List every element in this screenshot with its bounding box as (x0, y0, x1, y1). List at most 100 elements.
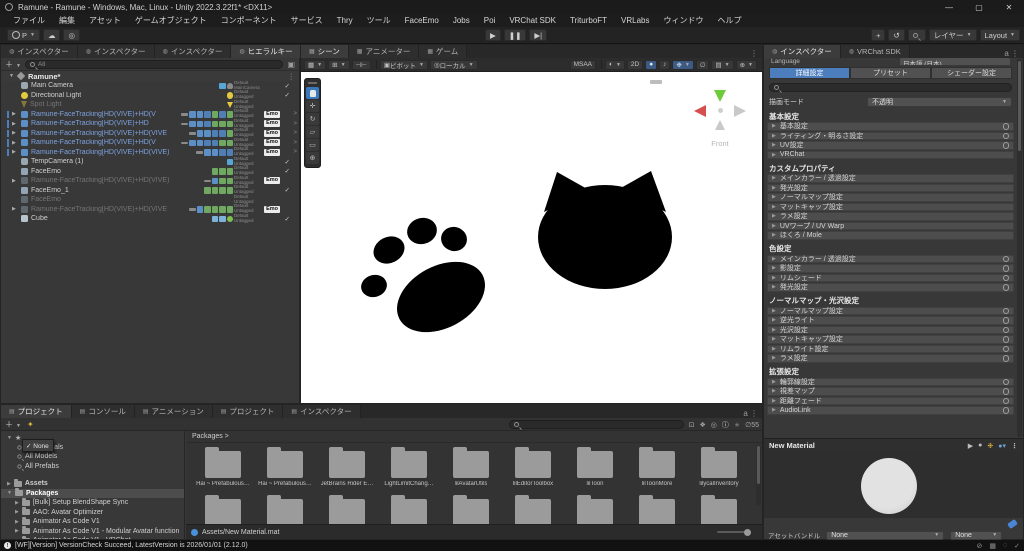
folder-asset[interactable] (502, 495, 564, 524)
foldout-arrow-icon[interactable]: ▶ (772, 194, 776, 200)
package-tree-item[interactable]: ▶ Animator As Code V1 - Modular Avatar f… (1, 526, 184, 537)
collab-muted-icon[interactable]: ⊘ (976, 542, 982, 550)
package-tree-item[interactable]: ▶ [Bulk] Setup BlendShape Sync (1, 497, 184, 508)
menu-item[interactable]: VRChat SDK (502, 16, 563, 25)
foldout-arrow-icon[interactable]: ▶ (772, 142, 776, 148)
gear-icon[interactable] (1002, 336, 1009, 343)
orientation-gizmo[interactable]: Front (650, 80, 748, 148)
audio-toggle-button[interactable]: ♪ (659, 59, 671, 70)
panel-tab[interactable]: ▦ シーン (301, 45, 349, 58)
folder-asset[interactable] (688, 495, 750, 524)
menu-item[interactable]: FaceEmo (398, 16, 446, 25)
row-chevron-icon[interactable]: > (293, 140, 297, 146)
scene-camera-menu-icon[interactable] (650, 80, 662, 84)
panel-tab[interactable]: ◍ インスペクター (77, 45, 155, 58)
info-icon[interactable]: ⓘ (722, 420, 729, 430)
expand-arrow-icon[interactable]: ▶ (12, 111, 16, 117)
foldout-arrow-icon[interactable]: ▼ (7, 490, 12, 496)
expand-arrow-icon[interactable]: ▶ (12, 140, 16, 146)
thumbnail-zoom-slider[interactable] (717, 528, 751, 536)
foldout-arrow-icon[interactable]: ▶ (772, 133, 776, 139)
foldout-arrow-icon[interactable]: ▶ (772, 232, 776, 238)
foldout-arrow-icon[interactable]: ▶ (772, 123, 776, 129)
folder-asset[interactable]: lilToonMore (626, 447, 688, 487)
tree-item-assets[interactable]: ▶ Assets (1, 478, 184, 489)
foldout-arrow-icon[interactable]: ▶ (15, 519, 19, 525)
account-button[interactable]: P ▼ (7, 29, 40, 41)
active-checkbox[interactable]: ✓ (285, 167, 290, 175)
save-search-icon[interactable]: ◎ (711, 421, 717, 429)
bundle-variant-dropdown[interactable]: None ▼ (950, 530, 1003, 540)
hierarchy-row[interactable]: ▶ Ramune-FaceTracking[HD(VIVE)+HD(VIVE D… (1, 204, 299, 215)
panel-tab[interactable]: ◍ インスペクター (764, 45, 841, 58)
row-chevron-icon[interactable]: > (293, 130, 297, 136)
package-tree-item[interactable]: ▶ AAO: Avatar Optimizer (1, 507, 184, 518)
expand-arrow-icon[interactable]: ▶ (12, 206, 16, 212)
kebab-menu-icon[interactable]: ⋮ (1011, 442, 1018, 450)
scene-picker-icon[interactable]: ▣ (287, 60, 295, 69)
inspector-section-row[interactable]: ▶ リムライト設定 (767, 344, 1014, 353)
inspector-section-row[interactable]: ▶ UVワープ / UV Warp (767, 221, 1014, 230)
inspector-section-row[interactable]: ▶ 色設定 (769, 244, 1012, 254)
gear-icon[interactable] (1002, 388, 1009, 395)
selected-asset-bar[interactable]: Assets/New Material.mat (186, 524, 762, 539)
y-axis-cone[interactable] (714, 90, 726, 102)
cache-muted-icon[interactable]: ▦ (989, 542, 996, 550)
grid-scrollbar[interactable] (756, 445, 761, 505)
hierarchy-search-input[interactable]: All (24, 59, 284, 69)
inspector-section-row[interactable]: ▶ AudioLink (767, 406, 1014, 415)
expand-arrow-icon[interactable]: ▶ (12, 130, 16, 136)
foldout-arrow-icon[interactable]: ▶ (15, 528, 19, 534)
folder-asset[interactable] (192, 495, 254, 524)
inspector-section-row[interactable]: ▶ 基本設定 (767, 122, 1014, 131)
hand-tool-button[interactable] (306, 87, 319, 99)
menu-item[interactable]: Poi (477, 16, 503, 25)
foldout-arrow-icon[interactable]: ▶ (772, 327, 776, 333)
active-checkbox[interactable]: ✓ (285, 91, 290, 99)
services-button[interactable]: ◎ (63, 29, 81, 41)
hierarchy-row[interactable]: ▶ Main Camera DefaultMainCamera ✓ (1, 81, 299, 91)
favorite-star-icon[interactable]: ★ (734, 421, 740, 429)
menu-item[interactable]: Jobs (446, 16, 477, 25)
menu-item[interactable]: ファイル (6, 15, 52, 26)
folder-asset[interactable]: lilEditorToolbox (502, 447, 564, 487)
menu-item[interactable]: ウィンドウ (657, 15, 711, 26)
play-button[interactable]: ▶ (485, 29, 501, 41)
shading-mode-dropdown[interactable]: ◐ ▼ (605, 59, 625, 70)
row-chevron-icon[interactable]: > (293, 111, 297, 117)
menu-item[interactable]: Thry (330, 16, 360, 25)
z-axis-cone[interactable] (715, 120, 725, 130)
folder-asset[interactable]: LightLimitChang… (378, 447, 440, 487)
property-search-input[interactable] (769, 83, 1012, 92)
expand-arrow-icon[interactable]: ▶ (12, 149, 16, 155)
gear-icon[interactable] (1002, 407, 1009, 414)
inspector-section-row[interactable]: ▶ リムシェード (767, 273, 1014, 282)
inspector-section-row[interactable]: ▶ 拡張設定 (769, 367, 1012, 377)
filter-popup[interactable]: ✓ None (22, 439, 54, 452)
folder-asset[interactable]: Hai ~ Prefabulous… (192, 447, 254, 487)
menu-item[interactable]: VRLabs (614, 16, 656, 25)
foldout-arrow-icon[interactable]: ▶ (772, 336, 776, 342)
foldout-arrow-icon[interactable]: ▼ (9, 73, 14, 79)
create-asset-button[interactable]: ＋ ▼ (5, 419, 21, 430)
asset-bundle-dropdown[interactable]: None ▼ (826, 530, 945, 540)
favorite-search-item[interactable]: All Prefabs (1, 462, 184, 472)
lighting-toggle-button[interactable]: ● (645, 59, 658, 70)
shader-mode-tab[interactable]: 詳細設定 (769, 67, 850, 79)
expand-arrow-icon[interactable]: ▶ (12, 121, 16, 127)
active-checkbox[interactable]: ✓ (285, 215, 290, 223)
foldout-arrow-icon[interactable]: ▶ (772, 398, 776, 404)
inspector-section-row[interactable]: ▶ ラメ設定 (767, 212, 1014, 221)
shader-mode-tab[interactable]: シェーダー設定 (931, 67, 1012, 79)
gear-icon[interactable] (1002, 378, 1009, 385)
folder-asset[interactable]: lilToon (564, 447, 626, 487)
preview-sphere-icon[interactable]: ● (978, 442, 982, 449)
inspector-section-row[interactable]: ▶ 基本設定 (769, 111, 1012, 121)
inspector-section-row[interactable]: ▶ メインカラー / 透過設定 (767, 254, 1014, 263)
panel-tab[interactable]: ▤ インスペクター (283, 405, 361, 418)
gear-icon[interactable] (1002, 326, 1009, 333)
inspector-section-row[interactable]: ▶ マットキャップ設定 (767, 335, 1014, 344)
inspector-section-row[interactable]: ▶ 距離フェード (767, 396, 1014, 405)
foldout-arrow-icon[interactable]: ▶ (15, 509, 19, 515)
material-preview-canvas[interactable] (764, 452, 1023, 518)
